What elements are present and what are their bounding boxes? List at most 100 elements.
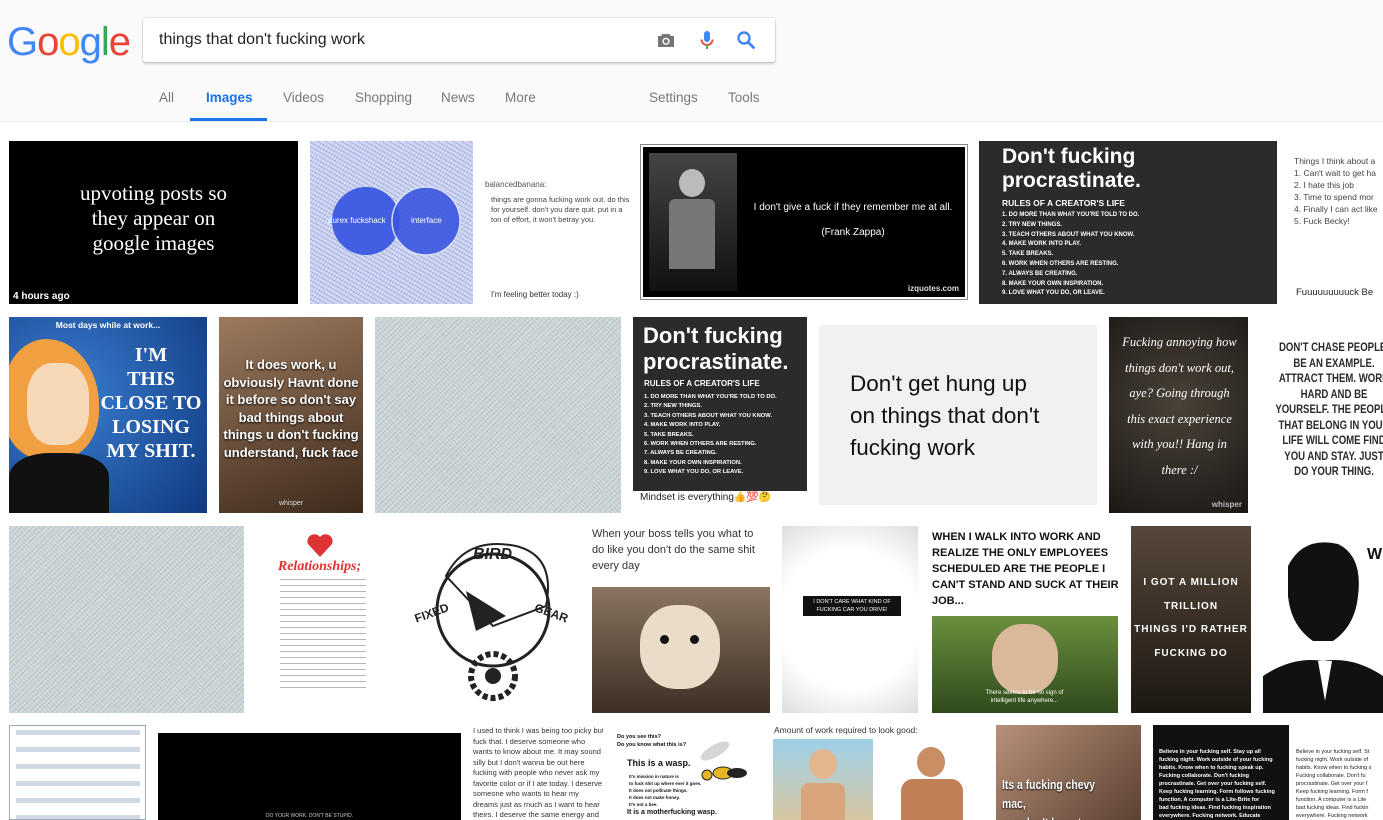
image-result[interactable]: Relationships; xyxy=(256,526,383,713)
image-result[interactable]: I used to think I was being too picky bu… xyxy=(473,725,603,820)
text-lines xyxy=(280,579,366,689)
tab-videos[interactable]: Videos xyxy=(283,90,324,105)
image-result[interactable]: durex fuckshack interface xyxy=(310,141,473,304)
image-result[interactable]: Do you see this? Do you know what this i… xyxy=(615,725,761,820)
result-caption: Believe in your fucking self. Stay up al… xyxy=(1159,749,1275,819)
heart-icon xyxy=(307,534,333,557)
portrait-silhouette xyxy=(1263,542,1383,713)
watermark: izquotes.com xyxy=(907,284,959,293)
logo-word: BIRD xyxy=(473,546,513,563)
image-results-grid: upvoting posts so they appear on google … xyxy=(0,122,1383,820)
quote-text: I don't give a fuck if they remember me … xyxy=(753,202,953,213)
result-caption: Fucking annoying how things don't work o… xyxy=(1122,335,1237,477)
image-result[interactable]: Things I think about a 1. Can't wait to … xyxy=(1289,141,1383,304)
logo-letter: e xyxy=(108,20,131,64)
result-caption: Its a fucking chevy mac, you don't have … xyxy=(1002,777,1096,820)
result-caption: When your boss tells you what to do like… xyxy=(592,528,755,572)
result-caption: I DON'T CARE WHAT KIND OF FUCKING CAR YO… xyxy=(803,596,901,616)
cartoon-face xyxy=(27,363,89,445)
result-caption: I used to think I was being too picky bu… xyxy=(473,726,603,819)
tab-settings[interactable]: Settings xyxy=(649,90,698,105)
camera-icon[interactable] xyxy=(654,28,678,52)
result-subtitle: RULES OF A CREATOR'S LIFE xyxy=(1002,198,1125,208)
result-caption: upvoting posts so they appear on google … xyxy=(79,181,228,255)
dog-photo xyxy=(592,587,770,713)
result-caption: Don't get hung up on things that don't f… xyxy=(850,371,1040,460)
image-result[interactable]: I GOT A MILLION TRILLION THINGS I'D RATH… xyxy=(1131,526,1251,713)
result-footer: There seems to be no sign of intelligent… xyxy=(985,690,1064,704)
logo-letter: o xyxy=(37,20,59,64)
microphone-icon[interactable] xyxy=(695,28,719,52)
result-caption: WHEN I WALK INTO WORK AND REALIZE THE ON… xyxy=(932,531,1119,607)
tab-shopping[interactable]: Shopping xyxy=(355,90,412,105)
post-footer: I'm feeling better today :) xyxy=(491,290,579,299)
image-result[interactable]: Most days while at work... I'M THIS CLOS… xyxy=(9,317,207,513)
result-top-text: Most days while at work... xyxy=(55,320,161,330)
image-result[interactable]: W xyxy=(1263,526,1383,713)
image-result[interactable] xyxy=(9,526,244,713)
result-footer: whisper xyxy=(278,500,304,507)
result-caption: It does work, u obviously Havnt done it … xyxy=(223,357,359,460)
post-handle: balancedbanana: xyxy=(485,180,547,189)
result-text: Things I think about a 1. Can't wait to … xyxy=(1294,156,1378,226)
result-title: Relationships; xyxy=(277,559,362,574)
search-input[interactable] xyxy=(159,29,629,51)
result-title: Don't fucking procrastinate. xyxy=(643,323,789,374)
result-caption: Believe in your fucking self. St fucking… xyxy=(1296,749,1372,819)
result-footer: Mindset is everything👍💯🤔 xyxy=(640,492,772,503)
result-caption: DON'T CHASE PEOPLE. BE AN EXAMPLE. ATTRA… xyxy=(1275,340,1383,478)
image-result[interactable]: Believe in your fucking self. Stay up al… xyxy=(1153,725,1289,820)
active-tab-indicator xyxy=(190,118,267,121)
image-result[interactable]: It does work, u obviously Havnt done it … xyxy=(219,317,363,513)
image-result[interactable]: Its a fucking chevy mac, you don't have … xyxy=(996,725,1141,820)
chat-lines xyxy=(16,730,140,819)
result-footer: Fuuuuuuuuuck Be xyxy=(1296,287,1374,298)
image-result[interactable]: I don't give a fuck if they remember me … xyxy=(640,144,968,300)
image-result[interactable]: BIRD FIXED GEAR xyxy=(406,526,577,713)
tab-news[interactable]: News xyxy=(441,90,475,105)
result-title: Don't fucking procrastinate. xyxy=(1002,145,1141,192)
search-icon[interactable] xyxy=(734,28,758,52)
image-result[interactable]: Don't get hung up on things that don't f… xyxy=(819,325,1097,505)
google-logo[interactable]: Google xyxy=(7,20,131,65)
tab-images[interactable]: Images xyxy=(206,90,253,105)
logo-letter: l xyxy=(100,20,110,64)
search-header: Google All Images Videos Shopping News M… xyxy=(0,0,1383,122)
image-result[interactable]: upvoting posts so they appear on google … xyxy=(9,141,298,304)
post-text: things are gonna fucking work out. do th… xyxy=(491,195,630,224)
woman-photo xyxy=(773,739,873,820)
image-result[interactable]: DON'T CHASE PEOPLE. BE AN EXAMPLE. ATTRA… xyxy=(1260,317,1383,513)
image-result[interactable]: Don't fucking procrastinate. RULES OF A … xyxy=(979,141,1277,304)
image-result[interactable] xyxy=(375,317,621,513)
venn-right-label: interface xyxy=(411,216,442,225)
man-photo xyxy=(885,739,984,820)
result-caption: I'M THIS CLOSE TO LOSING MY SHIT. xyxy=(100,344,202,462)
search-box xyxy=(143,18,775,62)
wasp-icon xyxy=(700,741,747,781)
result-caption: Amount of work required to look good: xyxy=(774,725,918,735)
result-list: 1. DO MORE THAN WHAT YOU'RE TOLD TO DO. … xyxy=(644,394,777,476)
tab-tools[interactable]: Tools xyxy=(728,90,760,105)
tab-more[interactable]: More xyxy=(505,90,536,105)
image-result[interactable]: WHEN I WALK INTO WORK AND REALIZE THE ON… xyxy=(930,526,1119,713)
result-list: 1. DO MORE THAN WHAT YOU'RE TOLD TO DO. … xyxy=(1002,212,1140,297)
image-result[interactable]: Believe in your fucking self. St fucking… xyxy=(1289,725,1383,820)
result-footer: It is a motherfucking wasp. xyxy=(627,809,717,816)
image-result[interactable]: I DON'T CARE WHAT KIND OF FUCKING CAR YO… xyxy=(782,526,918,713)
result-text: It's mission in nature is to fuck shit u… xyxy=(629,774,702,807)
quote-author: (Frank Zappa) xyxy=(821,227,885,238)
image-result[interactable]: When your boss tells you what to do like… xyxy=(589,526,770,713)
image-result[interactable]: Amount of work required to look good: xyxy=(773,725,984,820)
zappa-photo xyxy=(649,153,737,291)
logo-letter: o xyxy=(58,20,80,64)
result-subtitle: Do you see this? Do you know what this i… xyxy=(617,734,687,748)
image-result[interactable] xyxy=(9,725,146,820)
image-result[interactable]: balancedbanana: things are gonna fucking… xyxy=(485,141,632,304)
image-result[interactable]: Don't fucking procrastinate. RULES OF A … xyxy=(633,317,807,513)
image-result[interactable]: DO YOUR WORK. DON'T BE STUPID. xyxy=(158,733,461,820)
venn-left-label: durex fuckshack xyxy=(328,216,386,225)
tab-all[interactable]: All xyxy=(159,90,174,105)
image-result[interactable]: Fucking annoying how things don't work o… xyxy=(1109,317,1248,513)
result-caption: W xyxy=(1367,546,1383,563)
result-title: This is a wasp. xyxy=(627,758,691,768)
